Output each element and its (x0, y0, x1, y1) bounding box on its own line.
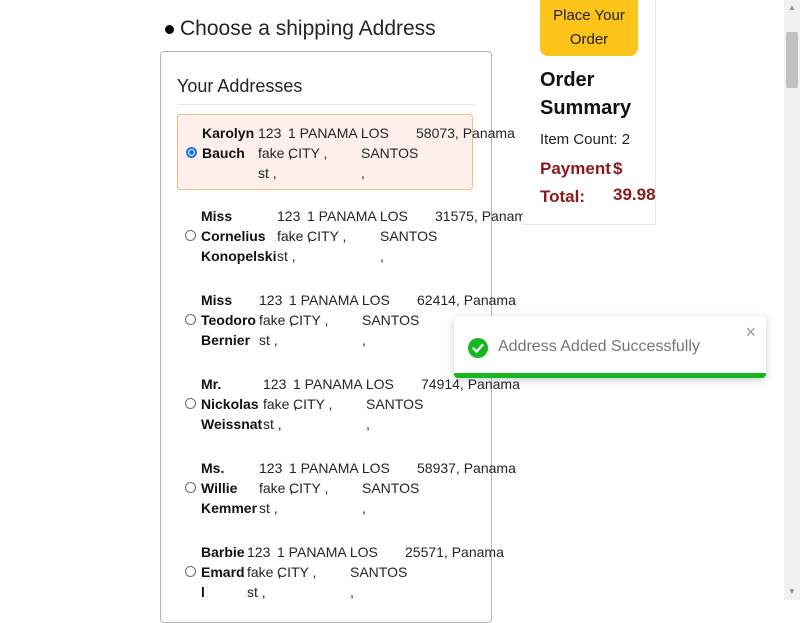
scrollbar[interactable]: ▲ ▼ (784, 0, 800, 600)
toast-progress-bar (454, 373, 766, 378)
address-radio[interactable] (186, 147, 197, 158)
check-circle-icon (468, 338, 488, 358)
close-icon[interactable]: × (745, 322, 756, 343)
address-state: SANTOS, (350, 564, 408, 600)
address-option[interactable]: Miss Teodoro Bernier 123 fake , st ,1 PANAMA … (177, 282, 516, 358)
page-title: Choose a shipping Address (165, 17, 436, 41)
address-option[interactable]: Ms. Willie Kemmer 123 fake , st ,1 PANAMA LOS… (177, 450, 516, 526)
card-divider (177, 104, 475, 105)
place-order-label-line1: Place Your (553, 7, 625, 24)
address-name: Barbie Emard l (201, 544, 245, 600)
scroll-up-icon[interactable]: ▲ (784, 0, 800, 16)
address-name: Miss Cornelius Konopelski (201, 208, 277, 264)
address-name: Ms. Willie Kemmer (201, 460, 258, 516)
address-state: SANTOS, (361, 145, 419, 181)
address-zip: 31575, Panama (435, 208, 534, 224)
address-state: SANTOS, (380, 228, 438, 264)
place-order-button[interactable]: Place Your Order (540, 0, 638, 56)
address-radio[interactable] (185, 230, 196, 241)
bullet-icon (165, 24, 174, 34)
success-toast: Address Added Successfully × (454, 316, 766, 378)
address-radio[interactable] (185, 482, 196, 493)
address-name: Miss Teodoro Bernier (201, 292, 256, 348)
address-radio[interactable] (185, 314, 196, 325)
payment-total-value: 39.98 (613, 185, 656, 204)
card-title: Your Addresses (177, 76, 303, 96)
address-state: SANTOS, (366, 396, 424, 432)
address-radio[interactable] (185, 398, 196, 409)
item-count: Item Count: 2 (540, 131, 631, 148)
address-option[interactable]: Barbie Emard l 123 fake , st ,1 PANAMA LOS CIT… (177, 534, 504, 610)
address-list-card: Your Addresses Karolyn Bauch 123 fake , st ,… (160, 51, 534, 623)
scroll-down-icon[interactable]: ▼ (784, 584, 800, 600)
address-name: Karolyn Bauch (202, 125, 255, 161)
scrollbar-thumb[interactable] (786, 32, 798, 88)
payment-total-label: Payment Total: (540, 159, 611, 206)
address-radio[interactable] (185, 566, 196, 577)
address-state: SANTOS, (362, 312, 420, 348)
address-zip: 62414, Panama (417, 292, 516, 308)
currency-symbol: $ (613, 159, 623, 178)
place-order-label-line2: Order (569, 31, 609, 48)
page-title-text: Choose a shipping Address (180, 17, 436, 40)
order-summary-title: Order Summary (540, 69, 632, 119)
address-option[interactable]: Miss Cornelius Konopelski 123 fake , st ,1 PA… (177, 198, 534, 274)
address-option[interactable]: Mr. Nickolas Weissnat 123 fake , st ,1 PANAMA… (177, 366, 520, 442)
address-zip: 25571, Panama (405, 544, 504, 560)
address-option[interactable]: Karolyn Bauch 123 fake , st ,1 PANAMA LOS CIT… (177, 114, 515, 190)
address-zip: 58937, Panama (417, 460, 516, 476)
address-state: SANTOS, (362, 480, 420, 516)
toast-message: Address Added Successfully (498, 338, 700, 355)
address-name: Mr. Nickolas Weissnat (201, 376, 263, 432)
address-zip: 58073, Panama (416, 125, 515, 141)
